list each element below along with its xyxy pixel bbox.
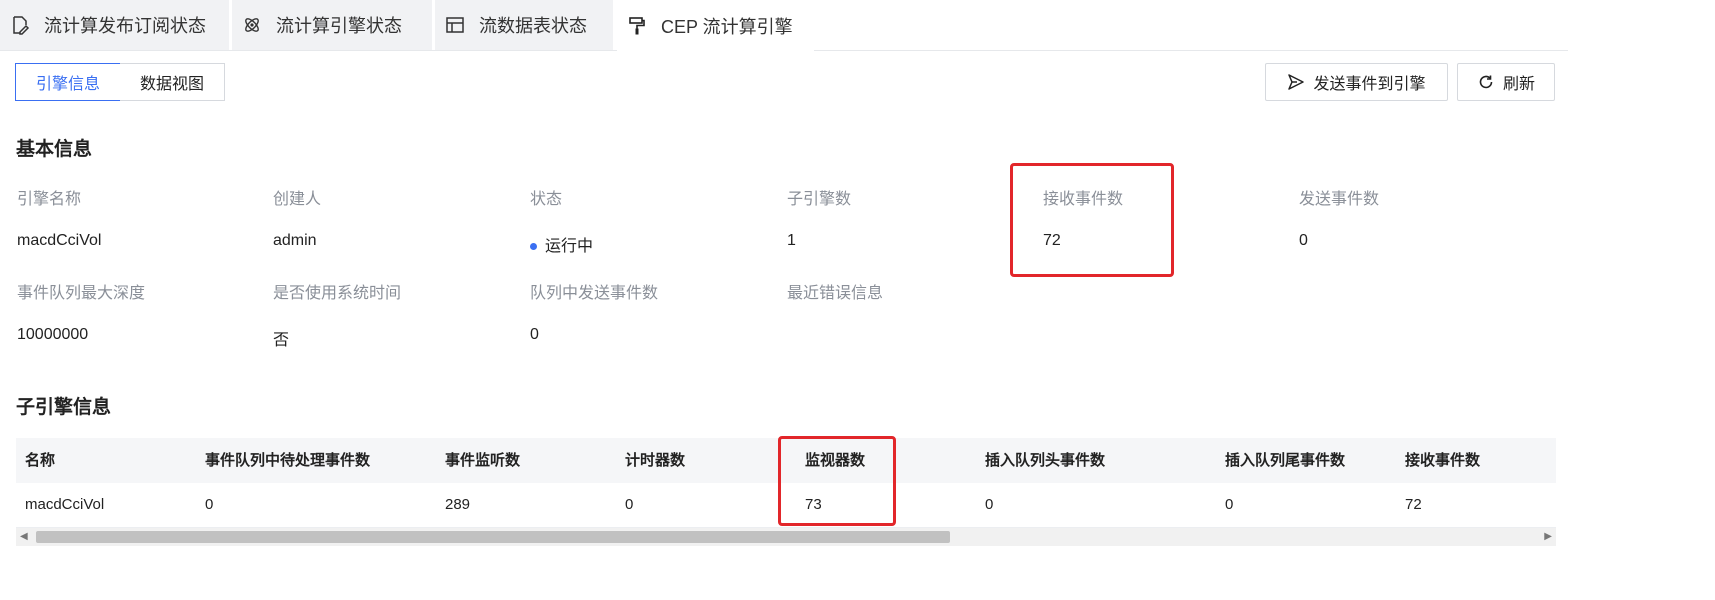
col-tail-insert-events: 插入队列尾事件数 xyxy=(1225,452,1346,469)
col-timers: 计时器数 xyxy=(625,452,686,469)
col-name: 名称 xyxy=(25,452,56,469)
tab-bar: 流计算发布订阅状态 流计算引擎状态 流数据表状态 CEP 流计算引擎 xyxy=(0,0,1568,52)
data-view-toggle[interactable]: 数据视图 xyxy=(120,63,225,101)
received-events-label: 接收事件数 xyxy=(1043,191,1124,208)
tab-label: CEP 流计算引擎 xyxy=(661,16,793,37)
horizontal-scrollbar[interactable]: ◀ ▶ xyxy=(16,528,1556,546)
atom-icon xyxy=(242,15,262,35)
tab-stream-table-status[interactable]: 流数据表状态 xyxy=(435,0,613,50)
table-icon xyxy=(445,15,465,35)
engine-name-value: macdCciVol xyxy=(17,232,102,249)
last-error-label: 最近错误信息 xyxy=(787,285,884,302)
cell-name: macdCciVol xyxy=(25,496,105,513)
scroll-right-icon[interactable]: ▶ xyxy=(1544,531,1552,542)
col-monitors: 监视器数 xyxy=(805,452,866,469)
creator-value: admin xyxy=(273,232,317,249)
status-value: 运行中 xyxy=(530,232,593,256)
cell-received-events: 72 xyxy=(1405,496,1422,513)
col-head-insert-events: 插入队列头事件数 xyxy=(985,452,1106,469)
tab-label: 流数据表状态 xyxy=(479,16,587,36)
table-row[interactable]: macdCciVol 0 289 0 73 0 0 72 xyxy=(16,483,1556,528)
basic-info-title: 基本信息 xyxy=(16,139,93,160)
engine-name-label: 引擎名称 xyxy=(17,191,82,208)
queue-max-depth-value: 10000000 xyxy=(17,326,89,343)
cell-tail-insert-events: 0 xyxy=(1225,496,1234,513)
status-label: 状态 xyxy=(530,191,563,208)
cell-pending-events: 0 xyxy=(205,496,214,513)
table-header: 名称 事件队列中待处理事件数 事件监听数 计时器数 监视器数 插入队列头事件数 … xyxy=(16,438,1556,483)
queue-max-depth-label: 事件队列最大深度 xyxy=(17,285,146,302)
tab-pubsub-status[interactable]: 流计算发布订阅状态 xyxy=(0,0,229,50)
col-received-events: 接收事件数 xyxy=(1405,452,1481,469)
col-listeners: 事件监听数 xyxy=(445,452,521,469)
scroll-left-icon[interactable]: ◀ xyxy=(20,531,28,542)
queued-send-events-label: 队列中发送事件数 xyxy=(530,285,659,302)
creator-label: 创建人 xyxy=(273,191,322,208)
send-event-button[interactable]: 发送事件到引擎 xyxy=(1265,63,1448,101)
use-system-time-value: 否 xyxy=(273,332,290,349)
scrollbar-thumb[interactable] xyxy=(36,531,950,543)
sent-events-value: 0 xyxy=(1299,232,1308,249)
tab-label: 流计算引擎状态 xyxy=(276,16,402,36)
cell-timers: 0 xyxy=(625,496,634,513)
sub-engine-count-label: 子引擎数 xyxy=(787,191,852,208)
send-event-label: 发送事件到引擎 xyxy=(1313,76,1426,93)
status-text: 运行中 xyxy=(545,238,594,255)
engine-info-toggle[interactable]: 引擎信息 xyxy=(15,63,121,101)
refresh-label: 刷新 xyxy=(1502,76,1535,93)
send-icon xyxy=(1288,74,1305,90)
tab-cep-engine[interactable]: CEP 流计算引擎 xyxy=(617,0,814,52)
col-pending-events: 事件队列中待处理事件数 xyxy=(205,452,371,469)
sub-engine-count-value: 1 xyxy=(787,232,796,249)
refresh-button[interactable]: 刷新 xyxy=(1457,63,1555,101)
queued-send-events-value: 0 xyxy=(530,326,539,343)
edit-doc-icon xyxy=(10,15,30,35)
refresh-icon xyxy=(1479,75,1493,89)
tab-engine-status[interactable]: 流计算引擎状态 xyxy=(232,0,432,50)
use-system-time-label: 是否使用系统时间 xyxy=(273,285,402,302)
cell-head-insert-events: 0 xyxy=(985,496,994,513)
cell-listeners: 289 xyxy=(445,496,471,513)
received-events-highlight xyxy=(1010,163,1174,277)
tab-label: 流计算发布订阅状态 xyxy=(44,16,206,36)
status-dot-icon xyxy=(530,243,537,251)
paint-roller-icon xyxy=(627,16,647,36)
sub-engine-title: 子引擎信息 xyxy=(16,397,112,418)
cell-monitors: 73 xyxy=(805,496,822,513)
received-events-value: 72 xyxy=(1043,232,1061,249)
sent-events-label: 发送事件数 xyxy=(1299,191,1380,208)
